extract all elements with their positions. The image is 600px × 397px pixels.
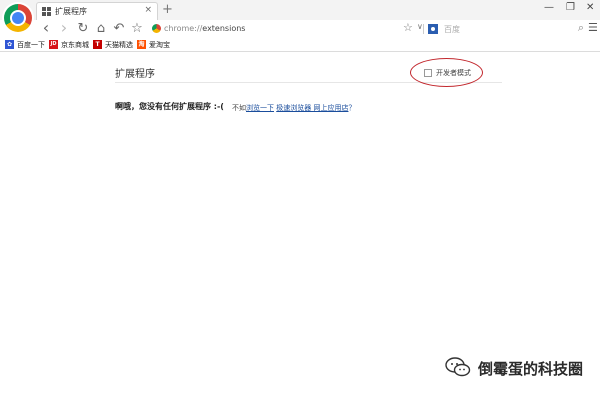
new-tab-button[interactable]: + — [162, 3, 173, 17]
tab-extensions[interactable]: 扩展程序 × — [36, 2, 158, 20]
minimize-button[interactable]: — — [544, 2, 554, 13]
page-title: 扩展程序 — [115, 69, 155, 80]
bookmark-label: 百度一下 — [17, 41, 45, 49]
browser-logo-icon — [4, 4, 32, 32]
bookmark-label: 京东商城 — [61, 41, 89, 49]
bookmark-label: 爱淘宝 — [149, 41, 170, 49]
title-bar: 扩展程序 × + — ❐ ✕ — [0, 0, 600, 32]
undo-close-tab-button[interactable]: ↶ — [111, 21, 127, 37]
forward-button[interactable]: › — [56, 20, 72, 37]
developer-mode-label: 开发者模式 — [436, 69, 471, 77]
reload-button[interactable]: ↻ — [75, 21, 91, 37]
tab-close-button[interactable]: × — [144, 5, 152, 15]
address-star-icon[interactable]: ☆ — [403, 21, 413, 34]
address-bar[interactable]: chrome://extensions ☆ ∨ — [149, 21, 441, 37]
bookmark-label: 天猫精选 — [105, 41, 133, 49]
suggest-suffix: ？ — [348, 104, 356, 112]
chrome-page-icon — [152, 24, 161, 33]
store-suggestion: 不如浏览一下 极速浏览器 网上应用店？ — [232, 103, 355, 113]
browse-link[interactable]: 浏览一下 — [246, 104, 274, 112]
search-engine-icon[interactable] — [428, 24, 438, 34]
close-window-button[interactable]: ✕ — [586, 2, 594, 13]
menu-icon[interactable]: ☰ — [588, 21, 598, 34]
tmall-icon: T — [93, 40, 102, 49]
bookmark-star-button[interactable]: ☆ — [129, 21, 145, 37]
web-store-link[interactable]: 极速浏览器 网上应用店 — [276, 104, 348, 112]
address-dropdown-icon[interactable]: ∨ — [417, 22, 423, 31]
home-button[interactable]: ⌂ — [93, 21, 109, 37]
watermark-text: 倒霉蛋的科技圈 — [478, 360, 584, 378]
extensions-grid-icon — [42, 7, 51, 16]
wechat-icon — [445, 357, 471, 377]
taobao-icon: 淘 — [137, 40, 146, 49]
empty-extensions-message: 啊哦，您没有任何扩展程序 :-( — [115, 102, 224, 111]
url-text[interactable]: chrome://extensions — [164, 24, 245, 33]
developer-mode-checkbox[interactable] — [424, 69, 432, 77]
restore-button[interactable]: ❐ — [566, 2, 575, 13]
search-input[interactable]: 百度 ⌕ — [428, 21, 584, 37]
tab-title: 扩展程序 — [55, 7, 87, 16]
baidu-paw-icon: ✿ — [5, 40, 14, 49]
suggest-prefix: 不如 — [232, 104, 246, 112]
back-button[interactable]: ‹ — [38, 20, 54, 37]
toolbar-divider — [423, 24, 424, 34]
search-placeholder: 百度 — [444, 25, 460, 34]
bookmarks-bar: ✿ 百度一下 JD 京东商城 T 天猫精选 淘 爱淘宝 — [0, 38, 600, 52]
search-icon[interactable]: ⌕ — [578, 21, 584, 35]
jd-icon: JD — [49, 40, 58, 49]
